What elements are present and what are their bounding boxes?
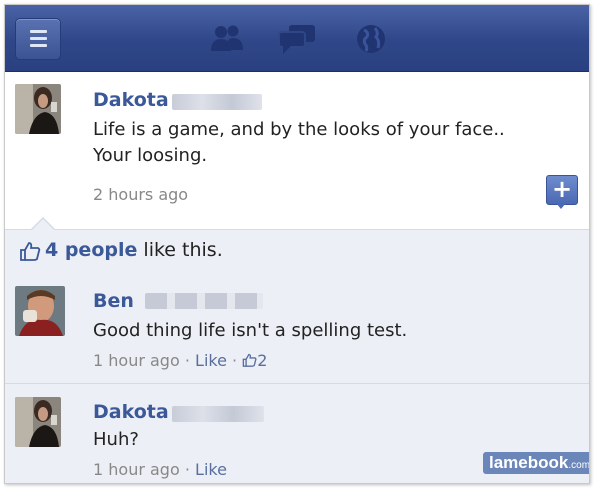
likes-pointer [32, 219, 54, 230]
post-text-line-1: Life is a game, and by the looks of your… [93, 119, 505, 140]
comment-author-name[interactable]: Dakota [93, 401, 169, 423]
redacted-surname [172, 406, 264, 422]
avatar[interactable] [15, 84, 61, 134]
post-timestamp: 2 hours ago [93, 185, 189, 204]
comment-meta: 1 hour ago · Like · 2 [93, 351, 267, 370]
menu-icon-line [30, 37, 47, 40]
comment-text: Good thing life isn't a spelling test. [93, 320, 408, 341]
redacted-surname [145, 293, 263, 309]
watermark-logo: lamebook.com [483, 452, 590, 474]
comment-meta: 1 hour ago · Like [93, 460, 227, 479]
avatar[interactable] [15, 286, 65, 336]
menu-button[interactable] [15, 18, 61, 60]
post-author-name[interactable]: Dakota [93, 89, 169, 111]
like-link[interactable]: Like [195, 460, 227, 479]
likes-suffix: like this. [143, 239, 223, 261]
like-count[interactable]: 2 [257, 351, 267, 370]
add-comment-button[interactable]: + [546, 175, 578, 205]
likes-count[interactable]: 4 people [45, 239, 137, 261]
friends-icon[interactable] [210, 23, 244, 53]
likes-bar[interactable]: 4 people like this. [5, 229, 589, 273]
menu-icon-line [30, 44, 47, 47]
comment-timestamp: 1 hour ago [93, 460, 180, 479]
separator-dot: · [232, 351, 238, 370]
likes-summary[interactable]: 4 people like this. [45, 239, 223, 261]
like-link[interactable]: Like [195, 351, 227, 370]
thumbs-up-icon [20, 242, 41, 261]
post-text-line-2: Your loosing. [93, 145, 208, 166]
menu-icon-line [30, 30, 47, 33]
separator-dot: · [184, 351, 190, 370]
status-post: Dakota Life is a game, and by the looks … [5, 72, 589, 222]
add-comment-button-tail [556, 203, 566, 209]
separator-dot: · [184, 460, 190, 479]
watermark-brand: lamebook [489, 453, 569, 472]
top-navigation-bar [5, 5, 589, 72]
comment-timestamp: 1 hour ago [93, 351, 180, 370]
messages-icon[interactable] [277, 23, 317, 55]
globe-icon[interactable] [355, 23, 387, 55]
avatar[interactable] [15, 397, 61, 447]
comment-author-name[interactable]: Ben [93, 290, 134, 312]
watermark-tld: .com [568, 460, 590, 471]
comment-text: Huh? [93, 429, 139, 450]
screenshot-frame: Dakota Life is a game, and by the looks … [4, 4, 590, 484]
redacted-surname [172, 94, 262, 110]
thumbs-up-icon [242, 353, 257, 367]
comment-item: Ben Good thing life isn't a spelling tes… [5, 272, 589, 384]
